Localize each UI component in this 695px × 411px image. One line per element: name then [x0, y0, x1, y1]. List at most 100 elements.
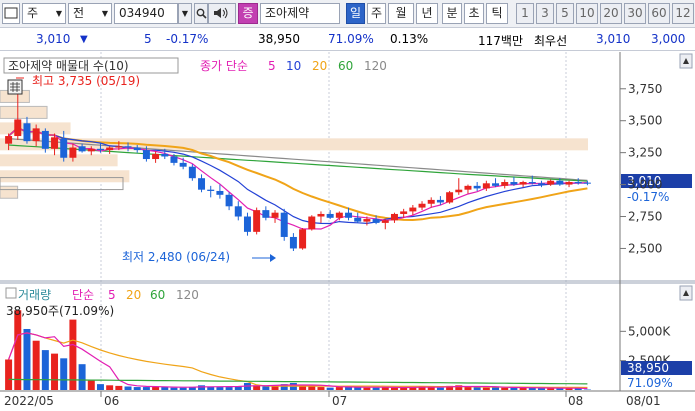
- price-tick-label: 2,750: [628, 210, 662, 224]
- volume-bar: [142, 387, 150, 390]
- candle-body: [115, 146, 123, 148]
- tab-tick[interactable]: 틱: [486, 3, 508, 24]
- candle-body: [271, 212, 279, 218]
- volume-bar: [96, 384, 104, 390]
- volume-profile-bar: [0, 170, 130, 183]
- price-axis-ticks: 3,750 3,500 3,250 3,000 2,750 2,500: [620, 82, 662, 255]
- ma60-legend: 60: [338, 59, 353, 73]
- volume-panel-icon[interactable]: [5, 287, 17, 299]
- candle-body: [519, 182, 527, 185]
- candle-body: [455, 189, 463, 193]
- x-label-date: 08/01: [626, 394, 661, 408]
- x-label-jul: 07: [332, 394, 347, 408]
- candle-body: [262, 210, 270, 218]
- tab-month[interactable]: 월: [388, 3, 414, 24]
- stock-code-input[interactable]: 034940: [114, 3, 178, 24]
- candle-body: [528, 182, 536, 184]
- volume-profile-bar: [0, 185, 19, 199]
- priority-label: 최우선: [534, 34, 568, 48]
- market-type-select[interactable]: 주 ▼: [22, 3, 66, 24]
- volume-bar: [133, 387, 141, 390]
- candle-body: [473, 185, 481, 189]
- turnover-rate: 0.13%: [390, 32, 429, 46]
- minute-1-button[interactable]: 1: [516, 3, 534, 24]
- code-dropdown-button[interactable]: ▼: [178, 3, 192, 24]
- candle-body: [372, 219, 380, 223]
- vol-ma5-legend: 5: [108, 288, 116, 302]
- minute-60-button[interactable]: 60: [648, 3, 670, 24]
- volume-badge-text: 38,950: [627, 361, 669, 375]
- candle-body: [354, 217, 362, 222]
- x-label-jun: 06: [104, 394, 119, 408]
- candle-body: [317, 213, 325, 217]
- volume-bar: [23, 328, 31, 390]
- ma120-legend: 120: [364, 59, 387, 73]
- candle-body: [170, 156, 178, 163]
- stock-chart[interactable]: 조아제약 매물대 수(10) 종가 단순 5 10 20 60 120 최고 3…: [0, 52, 695, 411]
- candle-body: [198, 178, 206, 190]
- candle-body: [51, 137, 59, 149]
- volume-bar: [326, 387, 334, 390]
- trade-amount: 117백만: [478, 34, 523, 48]
- minute-120-button[interactable]: 12: [672, 3, 694, 24]
- volume-bar: [317, 387, 325, 390]
- minute-10-button[interactable]: 10: [576, 3, 598, 24]
- vol-ma20-line: [8, 332, 588, 389]
- minute-5-button[interactable]: 5: [556, 3, 574, 24]
- change-badge-text: -0.17%: [627, 190, 669, 204]
- candle-body: [446, 192, 454, 203]
- speaker-icon[interactable]: [208, 3, 236, 24]
- vol-ma20-legend: 20: [126, 288, 141, 302]
- candle-body: [308, 216, 316, 230]
- candle-body: [60, 138, 68, 158]
- tab-week[interactable]: 주: [367, 3, 386, 24]
- volume-bar: [170, 387, 178, 390]
- chart-grid: [100, 52, 567, 391]
- candle-body: [87, 148, 95, 152]
- volume-profile-bar: [0, 105, 48, 119]
- volume-bar: [51, 353, 59, 390]
- stock-name-field[interactable]: 조아제약: [260, 3, 340, 24]
- candle-body: [142, 150, 150, 160]
- volume-bar: [78, 364, 86, 390]
- tab-second[interactable]: 초: [464, 3, 484, 24]
- candle-body: [280, 212, 288, 237]
- candle-body: [234, 206, 242, 217]
- candle-body: [574, 182, 582, 184]
- minute-20-button[interactable]: 20: [600, 3, 622, 24]
- vol-ma60-line: [8, 378, 588, 385]
- candle-body: [427, 199, 435, 204]
- candle-body: [436, 199, 444, 203]
- scope-value: 전: [73, 6, 85, 20]
- volume-title: 거래량: [18, 288, 51, 302]
- candle-body: [565, 182, 573, 185]
- current-price: 3,010: [36, 32, 71, 46]
- quote-bar: 3,010 ▼ 5 -0.17% 38,950 71.09% 0.13% 117…: [0, 29, 695, 51]
- minute-3-button[interactable]: 3: [536, 3, 554, 24]
- market-type-value: 주: [27, 6, 39, 20]
- tab-day[interactable]: 일: [346, 3, 365, 24]
- best-ask: 3,000: [651, 32, 686, 46]
- search-icon[interactable]: [194, 3, 208, 24]
- price-change: 5: [144, 32, 152, 46]
- candle-body: [583, 182, 591, 184]
- volume-bar: [14, 310, 22, 390]
- x-label-may: 2022/05: [4, 394, 54, 408]
- candle-body: [418, 203, 426, 208]
- candle-body: [161, 153, 169, 157]
- price-change-pct: -0.17%: [166, 32, 209, 46]
- tab-year[interactable]: 년: [416, 3, 438, 24]
- tab-minute[interactable]: 분: [442, 3, 462, 24]
- candle-body: [179, 162, 187, 167]
- volume-bar: [87, 380, 95, 390]
- chevron-down-icon: ▼: [55, 9, 62, 18]
- candle-body: [464, 185, 472, 190]
- minute-30-button[interactable]: 30: [624, 3, 646, 24]
- scope-select[interactable]: 전 ▼: [68, 3, 112, 24]
- candle-body: [78, 146, 86, 152]
- toolbar: 주 ▼ 전 ▼ 034940 ▼ 증 조아제약 일 주 월 년 분 초 틱 1 …: [0, 0, 695, 28]
- candle-body: [501, 182, 509, 186]
- stock-name: 조아제약: [265, 6, 310, 20]
- price-tick-label: 3,250: [628, 146, 662, 160]
- window-icon[interactable]: [2, 3, 20, 24]
